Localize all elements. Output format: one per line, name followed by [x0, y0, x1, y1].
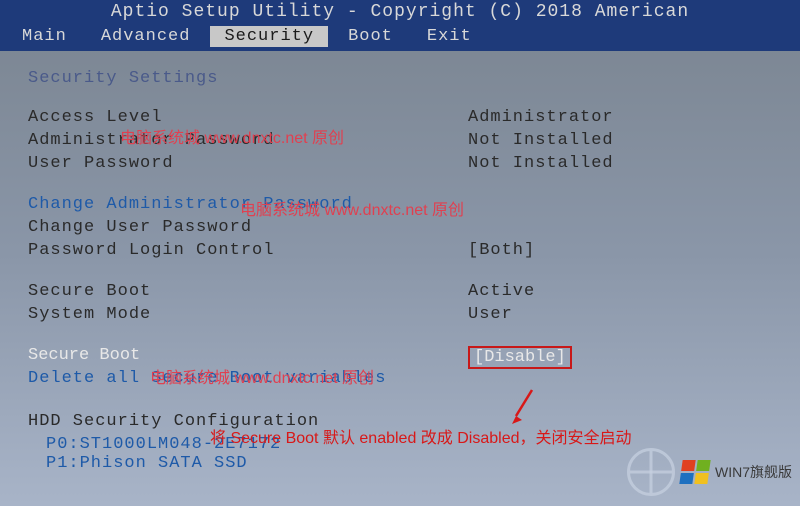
logo-area: WIN7旗舰版	[627, 448, 792, 496]
value-admin-password: Not Installed	[468, 131, 614, 150]
label-access-level: Access Level	[28, 108, 468, 127]
menu-main[interactable]: Main	[8, 26, 81, 47]
value-secure-boot-status: Active	[468, 282, 535, 301]
circle-cross-icon	[627, 448, 675, 496]
menu-advanced[interactable]: Advanced	[87, 26, 205, 47]
value-user-password: Not Installed	[468, 154, 614, 173]
label-change-user-password: Change User Password	[28, 218, 468, 237]
menu-boot[interactable]: Boot	[334, 26, 407, 47]
windows-flag-icon	[679, 460, 710, 484]
label-secure-boot-status: Secure Boot	[28, 282, 468, 301]
label-secure-boot-setting: Secure Boot	[28, 346, 468, 369]
label-login-control: Password Login Control	[28, 241, 468, 260]
row-user-password: User Password Not Installed	[28, 154, 772, 173]
change-admin-password[interactable]: Change Administrator Password	[28, 195, 772, 214]
row-access-level: Access Level Administrator	[28, 108, 772, 127]
content-panel: Security Settings Access Level Administr…	[0, 51, 800, 481]
row-system-mode: System Mode User	[28, 305, 772, 324]
label-admin-password: Administrator Password	[28, 131, 468, 150]
menu-bar: Main Advanced Security Boot Exit	[0, 24, 800, 51]
logo-text: WIN7旗舰版	[715, 462, 792, 482]
row-login-control[interactable]: Password Login Control [Both]	[28, 241, 772, 260]
annotation-text: 将 Secure Boot 默认 enabled 改成 Disabled，关闭安…	[210, 424, 632, 448]
row-change-user-password[interactable]: Change User Password	[28, 218, 772, 237]
value-access-level: Administrator	[468, 108, 614, 127]
label-user-password: User Password	[28, 154, 468, 173]
label-system-mode: System Mode	[28, 305, 468, 324]
menu-exit[interactable]: Exit	[413, 26, 486, 47]
value-login-control: [Both]	[468, 241, 535, 260]
row-admin-password: Administrator Password Not Installed	[28, 131, 772, 150]
value-secure-boot-setting[interactable]: [Disable]	[468, 346, 572, 369]
row-secure-boot-status: Secure Boot Active	[28, 282, 772, 301]
menu-security[interactable]: Security	[210, 26, 328, 47]
value-system-mode: User	[468, 305, 513, 324]
section-title: Security Settings	[28, 69, 772, 88]
bios-title-bar: Aptio Setup Utility - Copyright (C) 2018…	[0, 0, 800, 24]
delete-secure-boot-variables[interactable]: Delete all Secure Boot variables	[28, 369, 772, 388]
row-secure-boot-setting[interactable]: Secure Boot [Disable]	[28, 346, 772, 369]
